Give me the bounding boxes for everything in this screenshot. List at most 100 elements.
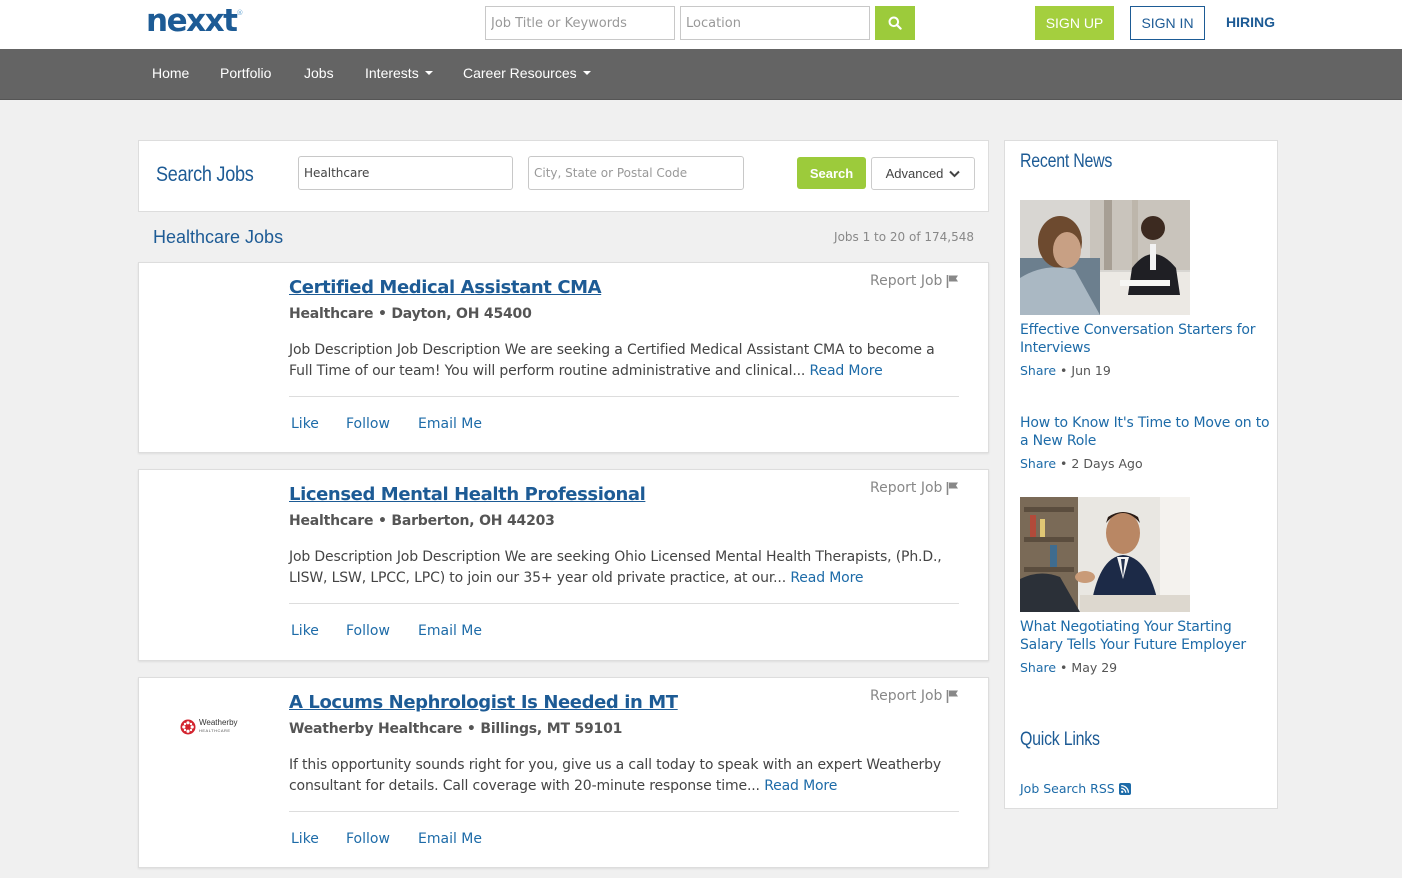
news-photo	[1020, 200, 1190, 315]
email-me-link[interactable]: Email Me	[418, 623, 482, 639]
job-card: Report Job Certified Medical Assistant C…	[138, 262, 989, 453]
news-title-link[interactable]: How to Know It's Time to Move on to a Ne…	[1020, 414, 1270, 450]
nav-item-home[interactable]: Home	[152, 65, 189, 81]
flag-icon	[947, 482, 959, 495]
job-card: Weatherby HEALTHCARE Report Job A Locums …	[138, 677, 989, 868]
nav-item-jobs[interactable]: Jobs	[304, 65, 334, 81]
job-company: Weatherby Healthcare	[289, 721, 463, 737]
job-card: Report Job Licensed Mental Health Profes…	[138, 469, 989, 661]
news-date: 2 Days Ago	[1071, 456, 1143, 471]
news-meta: Share • May 29	[1020, 660, 1118, 675]
like-link[interactable]: Like	[291, 623, 319, 639]
share-link[interactable]: Share	[1020, 660, 1056, 675]
job-meta: Healthcare • Barberton, OH 44203	[289, 513, 555, 529]
search-jobs-title: Search Jobs	[156, 163, 254, 186]
read-more-link[interactable]: Read More	[790, 570, 863, 586]
sign-up-button[interactable]: SIGN UP	[1035, 6, 1114, 40]
logo-registered-mark: ®	[236, 9, 244, 17]
job-search-rss-link[interactable]: Job Search RSS	[1020, 781, 1131, 796]
share-link[interactable]: Share	[1020, 456, 1056, 471]
company-logo[interactable]: Weatherby HEALTHCARE	[180, 716, 248, 738]
nav-item-interests-label: Interests	[365, 65, 419, 81]
read-more-link[interactable]: Read More	[764, 778, 837, 794]
news-date: Jun 19	[1071, 363, 1111, 378]
sign-in-button[interactable]: SIGN IN	[1130, 6, 1205, 40]
nav-item-portfolio[interactable]: Portfolio	[220, 65, 271, 81]
news-image-handshake[interactable]	[1020, 497, 1190, 612]
follow-link[interactable]: Follow	[346, 416, 390, 432]
job-description-text: If this opportunity sounds right for you…	[289, 757, 942, 794]
job-location: Billings, MT 59101	[480, 721, 623, 737]
follow-link[interactable]: Follow	[346, 831, 390, 847]
search-icon	[888, 16, 902, 30]
company-logo-text: Weatherby HEALTHCARE	[199, 719, 238, 735]
news-meta: Share • 2 Days Ago	[1020, 456, 1143, 471]
caret-down-icon	[582, 71, 591, 76]
news-date: May 29	[1071, 660, 1118, 675]
hiring-link[interactable]: HIRING	[1226, 14, 1275, 30]
like-link[interactable]: Like	[291, 831, 319, 847]
job-company: Healthcare	[289, 513, 374, 529]
location-search-input[interactable]	[680, 6, 870, 40]
news-meta: Share • Jun 19	[1020, 363, 1111, 378]
search-jobs-panel: Search Jobs Search Advanced	[138, 140, 989, 212]
flag-icon	[947, 690, 959, 703]
read-more-link[interactable]: Read More	[810, 363, 883, 379]
news-title-link[interactable]: Effective Conversation Starters for Inte…	[1020, 321, 1270, 357]
report-job-label: Report Job	[870, 273, 943, 289]
job-meta: Healthcare • Dayton, OH 45400	[289, 306, 532, 322]
job-description: Job Description Job Description We are s…	[289, 547, 961, 589]
divider	[289, 811, 959, 812]
job-title-link[interactable]: Licensed Mental Health Professional	[289, 484, 646, 505]
nexxt-logo[interactable]: nexxt®	[146, 3, 243, 39]
weatherby-logo-icon	[180, 719, 196, 735]
search-button[interactable]: Search	[797, 157, 866, 189]
rss-icon	[1118, 782, 1131, 795]
top-search-button[interactable]	[875, 6, 915, 40]
nav-item-career-resources[interactable]: Career Resources	[463, 65, 591, 81]
logo-sub: HEALTHCARE	[199, 728, 231, 733]
report-job-link[interactable]: Report Job	[870, 688, 959, 704]
report-job-label: Report Job	[870, 480, 943, 496]
follow-link[interactable]: Follow	[346, 623, 390, 639]
keyword-search-input[interactable]	[485, 6, 675, 40]
results-count: Jobs 1 to 20 of 174,548	[834, 230, 974, 244]
advanced-label: Advanced	[885, 166, 944, 181]
news-image-interview[interactable]	[1020, 200, 1190, 315]
flag-icon	[947, 275, 959, 288]
main-nav: Home Portfolio Jobs Interests Career Res…	[0, 49, 1402, 100]
rss-label: Job Search RSS	[1020, 781, 1115, 796]
caret-down-icon	[424, 71, 433, 76]
report-job-label: Report Job	[870, 688, 943, 704]
nav-item-career-resources-label: Career Resources	[463, 65, 577, 81]
divider	[289, 603, 959, 604]
email-me-link[interactable]: Email Me	[418, 831, 482, 847]
logo-text: nexxt	[146, 3, 238, 39]
divider	[289, 396, 959, 397]
job-company: Healthcare	[289, 306, 374, 322]
job-location: Dayton, OH 45400	[391, 306, 532, 322]
email-me-link[interactable]: Email Me	[418, 416, 482, 432]
sidebar: Recent News Effective Conversation Start…	[1004, 140, 1278, 809]
news-title-link[interactable]: What Negotiating Your Starting Salary Te…	[1020, 618, 1270, 654]
report-job-link[interactable]: Report Job	[870, 273, 959, 289]
job-description: Job Description Job Description We are s…	[289, 340, 961, 382]
city-state-field[interactable]	[528, 156, 744, 190]
job-title-link[interactable]: Certified Medical Assistant CMA	[289, 277, 602, 298]
job-title-link[interactable]: A Locums Nephrologist Is Needed in MT	[289, 692, 678, 713]
report-job-link[interactable]: Report Job	[870, 480, 959, 496]
recent-news-title: Recent News	[1020, 151, 1113, 172]
job-meta: Weatherby Healthcare • Billings, MT 5910…	[289, 721, 623, 737]
quick-links-title: Quick Links	[1020, 729, 1100, 750]
keyword-field[interactable]	[298, 156, 513, 190]
share-link[interactable]: Share	[1020, 363, 1056, 378]
job-description: If this opportunity sounds right for you…	[289, 755, 961, 797]
advanced-search-button[interactable]: Advanced	[871, 157, 975, 190]
job-location: Barberton, OH 44203	[391, 513, 555, 529]
like-link[interactable]: Like	[291, 416, 319, 432]
chevron-down-icon	[949, 170, 961, 177]
news-photo	[1020, 497, 1190, 612]
logo-name: Weatherby	[199, 718, 238, 727]
results-title: Healthcare Jobs	[153, 227, 284, 247]
nav-item-interests[interactable]: Interests	[365, 65, 433, 81]
